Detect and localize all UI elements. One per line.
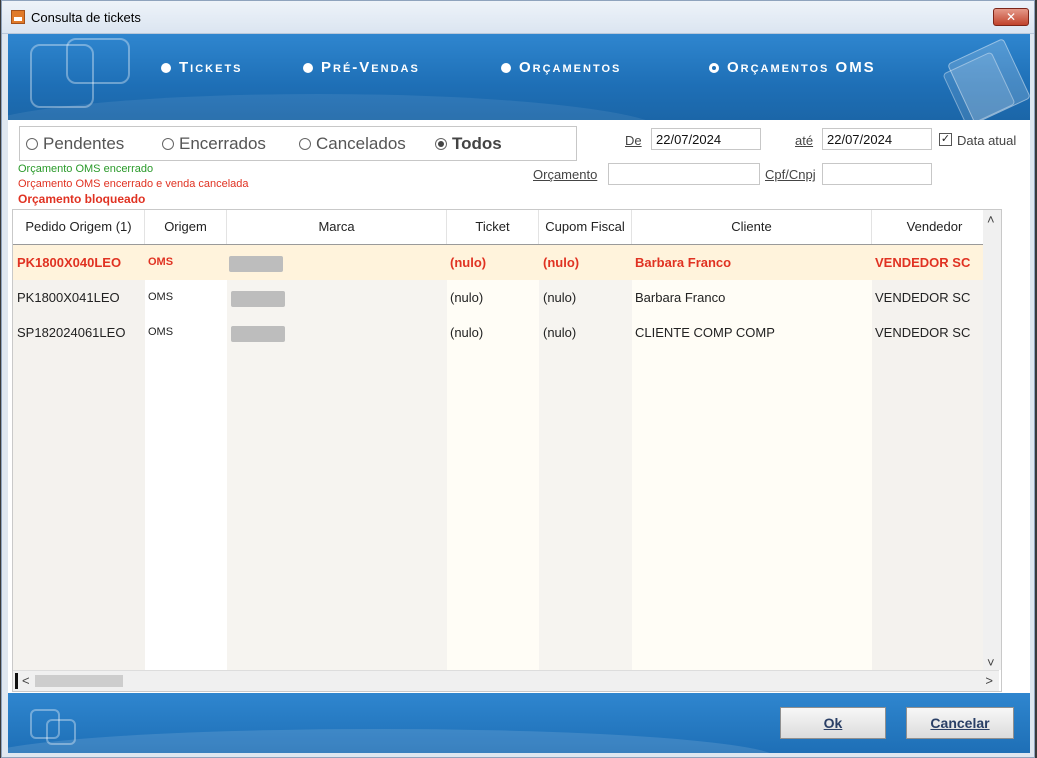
scroll-right-icon[interactable]: > — [985, 673, 993, 688]
redacted-value — [229, 255, 283, 272]
results-grid: Pedido Origem (1) Origem Marca Ticket Cu… — [12, 209, 1002, 692]
table-header: Pedido Origem (1) Origem Marca Ticket Cu… — [13, 210, 997, 245]
ok-button-label: Ok — [823, 715, 843, 731]
scroll-down-icon[interactable]: ˅ — [987, 655, 995, 670]
close-button[interactable]: ✕ — [993, 8, 1029, 26]
logo-square-icon — [46, 719, 76, 745]
logo-square-icon — [66, 38, 130, 84]
filter-encerrados[interactable]: Encerrados — [162, 134, 266, 154]
ok-button[interactable]: Ok — [780, 707, 886, 739]
cancel-button-label: Cancelar — [930, 715, 990, 731]
cell-pedido: SP182024061LEO — [17, 325, 126, 340]
footer-bar: Ok Cancelar — [8, 693, 1030, 753]
date-from-input[interactable]: 22/07/2024 — [651, 128, 761, 150]
redacted-value — [231, 290, 285, 307]
cell-ticket: (nulo) — [450, 290, 484, 305]
radio-icon[interactable] — [162, 138, 174, 150]
radio-icon[interactable] — [501, 62, 511, 73]
consulta-tickets-window: Consulta de tickets ✕ Tickets Pré-Vendas… — [1, 0, 1035, 758]
main-panel: Pendentes Encerrados Cancelados Todos Or… — [8, 120, 1030, 693]
orcamento-input[interactable] — [608, 163, 760, 185]
column-header-cliente[interactable]: Cliente — [632, 210, 872, 244]
filter-label: Cancelados — [316, 134, 406, 153]
cell-cliente: Barbara Franco — [635, 255, 732, 270]
filter-label: Pendentes — [43, 134, 125, 153]
scroll-position-marker — [15, 673, 18, 689]
option-pre-vendas[interactable]: Pré-Vendas — [303, 59, 420, 76]
cell-pedido: PK1800X040LEO — [17, 255, 122, 270]
filter-pendentes[interactable]: Pendentes — [26, 134, 124, 154]
footer-decoration — [8, 729, 778, 753]
cell-cupom: (nulo) — [543, 290, 577, 305]
cell-origem: OMS — [148, 291, 174, 303]
column-header-origem[interactable]: Origem — [145, 210, 227, 244]
option-label: Orçamentos OMS — [727, 59, 876, 76]
app-icon — [11, 10, 25, 24]
legend-venda-cancelada: Orçamento OMS encerrado e venda cancelad… — [18, 178, 249, 190]
cell-marca — [229, 245, 283, 280]
column-header-vendedor[interactable]: Vendedor — [872, 210, 997, 244]
date-to-label: até — [795, 133, 814, 148]
radio-icon[interactable] — [161, 62, 171, 73]
column-header-pedido[interactable]: Pedido Origem (1) — [13, 210, 145, 244]
option-orcamentos-oms[interactable]: Orçamentos OMS — [709, 59, 876, 76]
orcamento-label: Orçamento — [533, 167, 598, 182]
filter-cancelados[interactable]: Cancelados — [299, 134, 406, 154]
window-title: Consulta de tickets — [31, 10, 141, 25]
table-row[interactable]: PK1800X040LEO OMS (nulo) (nulo) Barbara … — [13, 245, 997, 280]
date-to-input[interactable]: 22/07/2024 — [822, 128, 932, 150]
title-bar: Consulta de tickets ✕ — [2, 1, 1034, 34]
cell-cliente: CLIENTE COMP COMP — [635, 325, 775, 340]
filter-label: Encerrados — [179, 134, 266, 153]
cell-marca — [231, 280, 285, 315]
cell-vendedor: VENDEDOR SC — [875, 255, 971, 270]
cell-origem: OMS — [148, 326, 174, 338]
scroll-left-icon[interactable]: < — [22, 673, 30, 688]
option-label: Tickets — [179, 59, 243, 76]
vertical-scrollbar[interactable]: ˄ ˅ — [983, 210, 1001, 670]
radio-icon[interactable] — [303, 62, 313, 73]
cell-cupom: (nulo) — [543, 255, 580, 270]
date-from-label: De — [625, 133, 642, 148]
cell-vendedor: VENDEDOR SC — [875, 290, 971, 305]
cell-vendedor: VENDEDOR SC — [875, 325, 971, 340]
banner-decoration — [8, 94, 668, 120]
current-date-label: Data atual — [957, 133, 1017, 148]
option-orcamentos[interactable]: Orçamentos — [501, 59, 621, 76]
scroll-up-icon[interactable]: ˄ — [987, 212, 995, 227]
cell-origem: OMS — [148, 256, 174, 268]
option-tickets[interactable]: Tickets — [161, 59, 243, 76]
cell-cliente: Barbara Franco — [635, 290, 726, 305]
horizontal-scrollbar[interactable]: < > — [13, 670, 999, 691]
table-row[interactable]: PK1800X041LEO OMS (nulo) (nulo) Barbara … — [13, 280, 997, 315]
filter-label: Todos — [452, 134, 502, 153]
header-banner: Tickets Pré-Vendas Orçamentos Orçamentos… — [8, 34, 1030, 120]
option-label: Orçamentos — [519, 59, 622, 76]
cancel-button[interactable]: Cancelar — [906, 707, 1014, 739]
legend-encerrado: Orçamento OMS encerrado — [18, 163, 154, 175]
cell-pedido: PK1800X041LEO — [17, 290, 120, 305]
radio-icon[interactable] — [299, 138, 311, 150]
redacted-value — [231, 325, 285, 342]
cpf-cnpj-label: Cpf/Cnpj — [765, 167, 816, 182]
column-header-ticket[interactable]: Ticket — [447, 210, 539, 244]
column-header-marca[interactable]: Marca — [227, 210, 447, 244]
cell-ticket: (nulo) — [450, 255, 487, 270]
option-label: Pré-Vendas — [321, 59, 420, 76]
cell-cupom: (nulo) — [543, 325, 577, 340]
filter-todos[interactable]: Todos — [435, 134, 502, 154]
column-header-cupom[interactable]: Cupom Fiscal — [539, 210, 632, 244]
status-filter-group: Pendentes Encerrados Cancelados Todos — [19, 126, 577, 161]
radio-selected-icon[interactable] — [709, 62, 719, 73]
scroll-thumb[interactable] — [35, 675, 123, 687]
current-date-checkbox[interactable]: ✓ — [939, 133, 952, 146]
table-row[interactable]: SP182024061LEO OMS (nulo) (nulo) CLIENTE… — [13, 315, 997, 350]
cell-marca — [231, 315, 285, 350]
radio-selected-icon[interactable] — [435, 138, 447, 150]
cpf-cnpj-input[interactable] — [822, 163, 932, 185]
cell-ticket: (nulo) — [450, 325, 484, 340]
legend-bloqueado: Orçamento bloqueado — [18, 192, 146, 206]
radio-icon[interactable] — [26, 138, 38, 150]
